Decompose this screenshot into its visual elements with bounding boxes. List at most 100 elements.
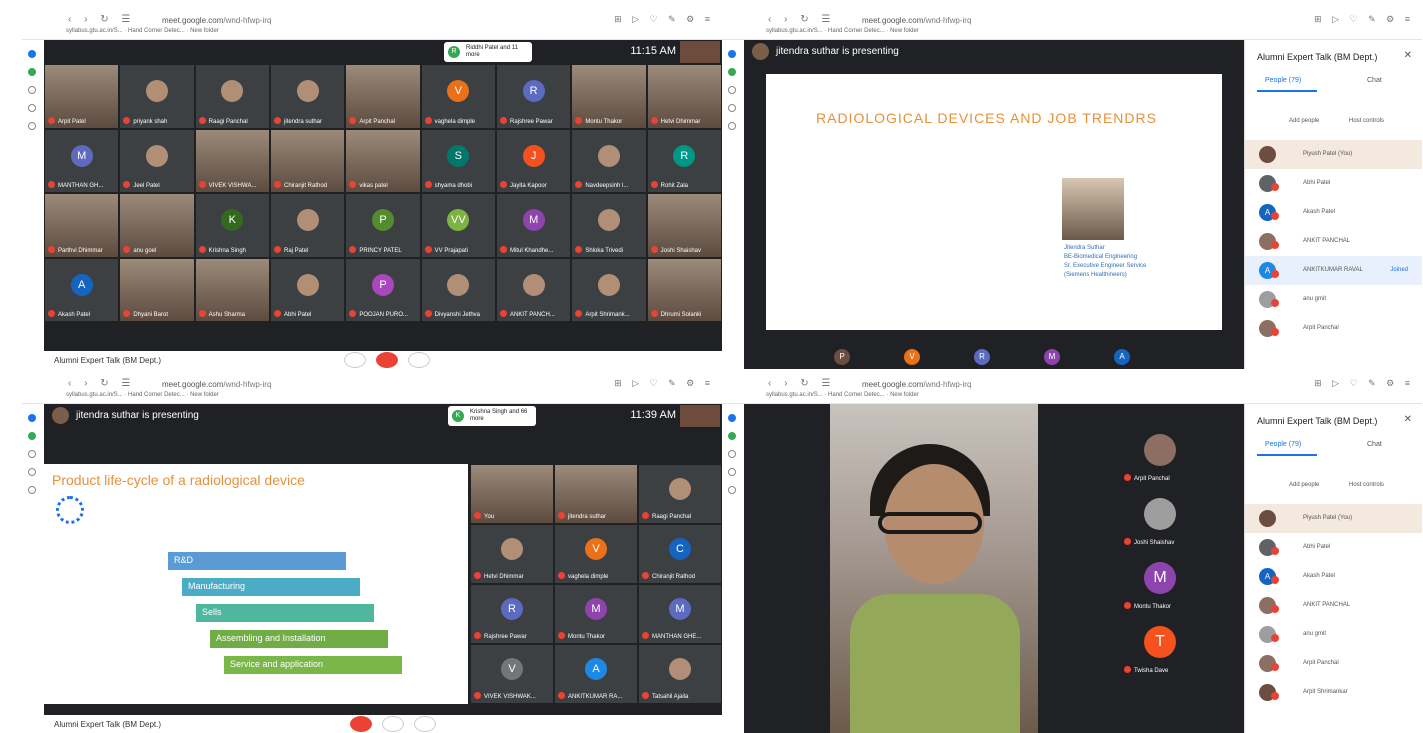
host-controls-button[interactable]: Host controls [1349,482,1384,488]
participant-tile[interactable]: Shloka Trivedi [571,193,647,258]
participant-tile[interactable]: Sshyama dhobi [420,128,496,193]
mic-button[interactable] [350,716,372,732]
active-speaker-pill[interactable]: R Riddhi Patel and 11 more [444,42,532,62]
people-list-item[interactable]: Abhi Patel [1245,169,1422,198]
participant-tile[interactable]: Joshi Shaishav [1124,498,1194,558]
people-list-item[interactable]: A Akash Patel [1245,198,1422,227]
participant-tile[interactable]: R Rajshree Pawar [496,64,572,129]
people-list-item[interactable]: Arpit Shrimankar [1245,678,1422,707]
browser-nav-icons[interactable]: ‹ › ↻ ☰ [768,14,835,25]
bookmarks-bar[interactable]: syllabus.gtu.ac.in/S... · Hand Corner De… [66,28,219,34]
tab-chat[interactable]: Chat [1367,77,1382,84]
participant-tile[interactable]: Arpit Panchal [1124,434,1194,494]
participant-tile[interactable]: P POOJAN PURO... [345,257,421,322]
participant-tile[interactable]: Hetvi Dhimmar [646,64,722,129]
active-speaker-pill[interactable]: K Krishna Singh and 66 more [448,406,536,426]
participant-tile[interactable]: Parthvi Dhimmar [44,193,120,258]
participant-tile[interactable]: Dhrumi Solanki [646,257,722,322]
participant-tile[interactable]: Raagi Panchal [638,464,722,524]
participant-tile[interactable]: Vvaghela dimple [554,524,638,584]
participant-tile[interactable]: Hetvi Dhimmar [470,524,554,584]
people-list-item[interactable]: Piyush Patel (You) [1245,504,1422,533]
extension-icons[interactable]: ⊞ ▷ ♡ ✎ ⚙ ≡ [1314,378,1414,389]
close-icon[interactable]: ✕ [1404,50,1412,61]
camera-button[interactable] [408,352,430,368]
extension-icons[interactable]: ⊞ ▷ ♡ ✎ ⚙ ≡ [614,14,714,25]
extension-icons[interactable]: ⊞ ▷ ♡ ✎ ⚙ ≡ [1314,14,1414,25]
participant-tile[interactable]: anu goel [119,193,195,258]
address-bar[interactable]: meet.google.com/wnd-hfwp-irq [162,16,271,25]
bookmarks-bar[interactable]: syllabus.gtu.ac.in/S... · Hand Corner De… [66,392,219,398]
participant-tile[interactable]: A Akash Patel [44,257,120,322]
participant-tile[interactable]: Chiranjit Rathod [270,128,346,193]
participant-avatar[interactable]: M [1044,349,1060,365]
participant-avatar[interactable]: P [834,349,850,365]
participant-tile[interactable]: M Montu Thakor [554,584,638,644]
close-icon[interactable]: ✕ [1404,414,1412,425]
participant-tile[interactable]: priyank shah [119,64,195,129]
tab-people[interactable]: People (79) [1265,77,1301,84]
self-view[interactable] [680,41,720,63]
add-people-button[interactable]: Add people [1289,118,1319,124]
participant-tile[interactable]: Arpit Patel [44,64,120,129]
end-call-button[interactable] [382,716,404,732]
participant-tile[interactable]: Divyanshi Jethva [420,257,496,322]
participant-tile[interactable]: jitendra suthar [270,64,346,129]
participant-tile[interactable]: You [470,464,554,524]
participant-tile[interactable]: M MANTHAN GHE... [638,584,722,644]
people-list-item[interactable]: A Akash Patel [1245,562,1422,591]
extension-icons[interactable]: ⊞ ▷ ♡ ✎ ⚙ ≡ [614,378,714,389]
browser-nav-icons[interactable]: ‹ › ↻ ☰ [68,14,135,25]
bookmarks-bar[interactable]: syllabus.gtu.ac.in/S... · Hand Corner De… [766,392,919,398]
participant-tile[interactable]: Raagi Panchal [194,64,270,129]
participant-tile[interactable]: Vvaghela dimple [420,64,496,129]
participant-avatar[interactable]: A [1114,349,1130,365]
participant-tile[interactable]: ANKIT PANCH... [496,257,572,322]
people-list-item[interactable]: Piyush Patel (You) [1245,140,1422,169]
address-bar[interactable]: meet.google.com/wnd-hfwp-irq [862,380,971,389]
participant-tile[interactable]: jitendra suthar [554,464,638,524]
address-bar[interactable]: meet.google.com/wnd-hfwp-irq [862,16,971,25]
people-list-item[interactable]: anu gmit [1245,285,1422,314]
participant-tile[interactable]: M Montu Thakor [1124,562,1194,622]
participant-tile[interactable]: Montu Thakor [571,64,647,129]
participant-tile[interactable]: T Twisha Dave [1124,626,1194,686]
participant-tile[interactable]: J Jayita Kapoor [496,128,572,193]
address-bar[interactable]: meet.google.com/wnd-hfwp-irq [162,380,271,389]
browser-nav-icons[interactable]: ‹ › ↻ ☰ [68,378,135,389]
people-list-item[interactable]: Abhi Patel [1245,533,1422,562]
people-list-item[interactable]: ANKIT PANCHAL [1245,591,1422,620]
participant-tile[interactable]: R Rajshree Pawar [470,584,554,644]
tab-people[interactable]: People (79) [1265,441,1301,448]
participant-tile[interactable]: Navdeepsinh l... [571,128,647,193]
participant-tile[interactable]: Arpit Shrimank... [571,257,647,322]
participant-tile[interactable]: Ashu Sharma [194,257,270,322]
participant-tile[interactable]: VIVEK VISHWA... [194,128,270,193]
participant-avatar[interactable]: V [904,349,920,365]
participant-tile[interactable]: V VIVEK VISHWAK... [470,644,554,704]
participant-tile[interactable]: P PRINCY PATEL [345,193,421,258]
end-call-button[interactable] [376,352,398,368]
people-list-item[interactable]: ANKIT PANCHAL [1245,227,1422,256]
participant-tile[interactable]: Jeel Patel [119,128,195,193]
tab-chat[interactable]: Chat [1367,441,1382,448]
mic-button[interactable] [344,352,366,368]
participant-tile[interactable]: C Chiranjit Rathod [638,524,722,584]
add-people-button[interactable]: Add people [1289,482,1319,488]
participant-tile[interactable]: R Rohit Zala [646,128,722,193]
participant-tile[interactable]: Tatsahil Ajaila [638,644,722,704]
participant-tile[interactable]: A ANKITKUMAR RA... [554,644,638,704]
self-view[interactable] [680,405,720,427]
participant-tile[interactable]: K Krishna Singh [194,193,270,258]
participant-tile[interactable]: Dhyani Barot [119,257,195,322]
participant-tile[interactable]: Abhi Patel [270,257,346,322]
participant-tile[interactable]: M MANTHAN GH... [44,128,120,193]
browser-nav-icons[interactable]: ‹ › ↻ ☰ [768,378,835,389]
participant-tile[interactable]: vikas patel [345,128,421,193]
people-list-item[interactable]: Arpit Panchal [1245,649,1422,678]
people-list-item[interactable]: Arpit Panchal [1245,314,1422,343]
people-list-item[interactable]: A ANKITKUMAR RAVAL Joined [1245,256,1422,285]
participant-tile[interactable]: Arpit Panchal [345,64,421,129]
camera-button[interactable] [414,716,436,732]
people-list-item[interactable]: anu gmit [1245,620,1422,649]
